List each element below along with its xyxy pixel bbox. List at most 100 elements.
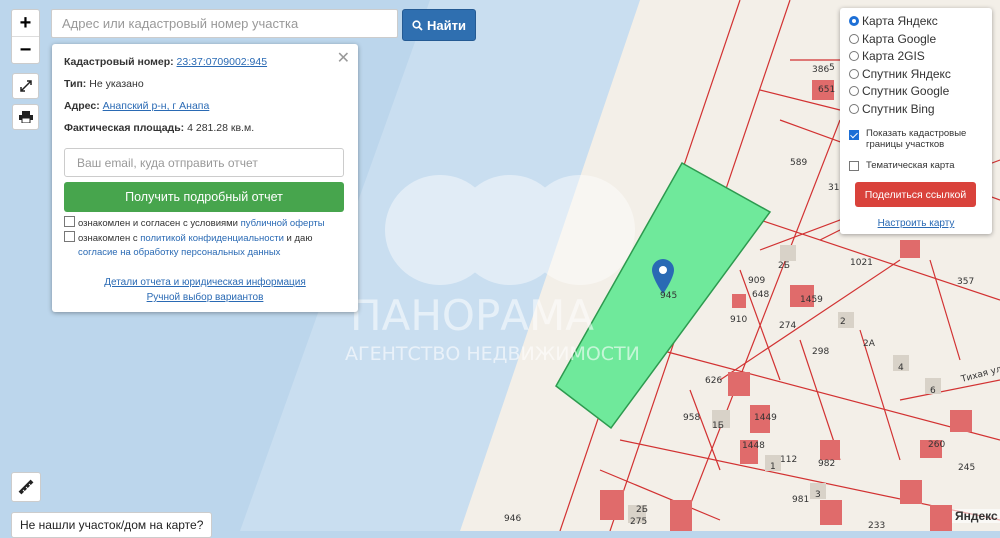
map-label: 357	[957, 277, 974, 287]
type-value: Не указано	[89, 78, 144, 90]
thematic-checkbox[interactable]	[849, 160, 859, 171]
email-placeholder: Ваш email, куда отправить отчет	[77, 155, 258, 170]
map-label: 648	[752, 290, 769, 300]
parcel-info-popup: ✕ Кадастровый номер: 23:37:0709002:945 Т…	[52, 44, 358, 312]
offer-link[interactable]: публичной оферты	[241, 218, 325, 229]
layer-label: Карта 2GIS	[862, 49, 925, 63]
layer-option-yandex-map[interactable]: Карта Яндекс	[849, 14, 938, 28]
map-label: 1459	[800, 295, 823, 305]
map-label: 2	[840, 317, 846, 327]
zoom-out-button[interactable]: −	[12, 36, 39, 63]
map-label: 298	[812, 347, 829, 357]
search-button-label: Найти	[427, 17, 466, 33]
map-label: 5	[829, 63, 835, 73]
consent-link[interactable]: согласие на обработку персональных данны…	[78, 247, 280, 258]
close-icon[interactable]: ✕	[337, 48, 350, 68]
offer-agreement: ознакомлен и согласен с условиями публич…	[64, 216, 325, 231]
map-label: 958	[683, 413, 700, 423]
show-borders-checkbox[interactable]	[849, 130, 859, 140]
map-label: 946	[504, 514, 521, 524]
cad-label: Кадастровый номер:	[64, 56, 174, 68]
area-value: 4 281.28 кв.м.	[187, 122, 255, 134]
privacy-text: ознакомлен с	[78, 233, 141, 244]
layer-option-google-sat[interactable]: Спутник Google	[849, 84, 949, 98]
map-label: 275	[630, 517, 647, 527]
area-label: Фактическая площадь:	[64, 122, 185, 134]
offer-checkbox[interactable]	[64, 216, 75, 227]
radio-selected[interactable]	[849, 16, 859, 26]
configure-map-link[interactable]: Настроить карту	[840, 218, 992, 229]
ruler-icon	[18, 479, 34, 495]
expand-icon	[19, 80, 32, 92]
print-icon	[18, 111, 33, 123]
map-label: 2Б	[778, 261, 790, 271]
map-label: 1449	[754, 413, 777, 423]
share-link-button[interactable]: Поделиться ссылкой	[855, 182, 976, 207]
layer-option-yandex-sat[interactable]: Спутник Яндекс	[849, 67, 951, 81]
radio[interactable]	[849, 69, 859, 79]
details-link[interactable]: Детали отчета и юридическая информация	[104, 277, 306, 288]
layer-option-2gis-map[interactable]: Карта 2GIS	[849, 49, 925, 63]
search-placeholder: Адрес или кадастровый номер участка	[62, 16, 299, 31]
map-label: 651	[818, 85, 835, 95]
search-input[interactable]: Адрес или кадастровый номер участка	[51, 9, 398, 38]
layer-label: Спутник Google	[862, 84, 950, 98]
yandex-logo: Яндекс	[952, 509, 1000, 523]
not-found-button[interactable]: Не нашли участок/дом на карте?	[11, 512, 213, 538]
get-report-button[interactable]: Получить подробный отчет	[64, 182, 344, 212]
layer-label: Спутник Яндекс	[862, 67, 951, 81]
map-label: 2Б	[636, 505, 648, 515]
map-label: 909	[748, 276, 765, 286]
radio[interactable]	[849, 86, 859, 96]
layer-label: Карта Google	[862, 32, 937, 46]
radio[interactable]	[849, 34, 859, 44]
map-label: 2А	[863, 339, 876, 349]
privacy-agreement: ознакомлен с политикой конфиденциальност…	[64, 231, 312, 260]
offer-text: ознакомлен и согласен с условиями	[78, 218, 241, 229]
show-borders-option[interactable]: Показать кадастровые границы участков	[849, 128, 966, 150]
map-label: 233	[868, 521, 885, 531]
thematic-label: Тематическая карта	[866, 160, 955, 171]
map-label: 4	[898, 363, 904, 373]
layer-option-bing-sat[interactable]: Спутник Bing	[849, 102, 935, 116]
map-label: 6	[930, 386, 936, 396]
cad-number-link[interactable]: 23:37:0709002:945	[177, 56, 268, 68]
layer-option-google-map[interactable]: Карта Google	[849, 32, 936, 46]
parcel-label: 945	[660, 291, 677, 301]
radio[interactable]	[849, 51, 859, 61]
map-label: 112	[780, 455, 797, 465]
map-label: 260	[928, 440, 945, 450]
fullscreen-button[interactable]	[12, 73, 39, 99]
search-icon	[412, 19, 423, 31]
zoom-in-button[interactable]: +	[12, 10, 39, 36]
map-label: 589	[790, 158, 807, 168]
map-label: 1021	[850, 258, 873, 268]
manual-select-link[interactable]: Ручной выбор вариантов	[147, 292, 264, 303]
map-label: 982	[818, 459, 835, 469]
layers-panel: Карта Яндекс Карта Google Карта 2GIS Спу…	[840, 8, 992, 234]
map-label: 3	[815, 490, 821, 500]
search-button[interactable]: Найти	[402, 9, 476, 41]
address-link[interactable]: Анапский р-н, г Анапа	[103, 100, 210, 112]
privacy-tail: и даю	[283, 233, 313, 244]
map-label: 1Б	[712, 421, 724, 431]
ruler-button[interactable]	[11, 472, 41, 502]
zoom-control: + −	[11, 9, 40, 64]
privacy-checkbox[interactable]	[64, 231, 75, 242]
map-label: 910	[730, 315, 747, 325]
show-borders-label-2: границы участков	[866, 139, 945, 150]
print-button[interactable]	[12, 104, 39, 130]
layer-label: Спутник Bing	[862, 102, 935, 116]
map-label: 981	[792, 495, 809, 505]
watermark-subtitle: АГЕНТСТВО НЕДВИЖИМОСТИ	[345, 343, 640, 365]
map-label: 245	[958, 463, 975, 473]
map-label: 1448	[742, 441, 765, 451]
map-label: 274	[779, 321, 796, 331]
email-field[interactable]: Ваш email, куда отправить отчет	[64, 148, 344, 177]
radio[interactable]	[849, 104, 859, 114]
map-label: 386	[812, 65, 829, 75]
privacy-link[interactable]: политикой конфиденциальности	[140, 233, 284, 244]
show-borders-label-1: Показать кадастровые	[866, 128, 967, 139]
address-label: Адрес:	[64, 100, 100, 112]
thematic-option[interactable]: Тематическая карта	[849, 160, 954, 171]
